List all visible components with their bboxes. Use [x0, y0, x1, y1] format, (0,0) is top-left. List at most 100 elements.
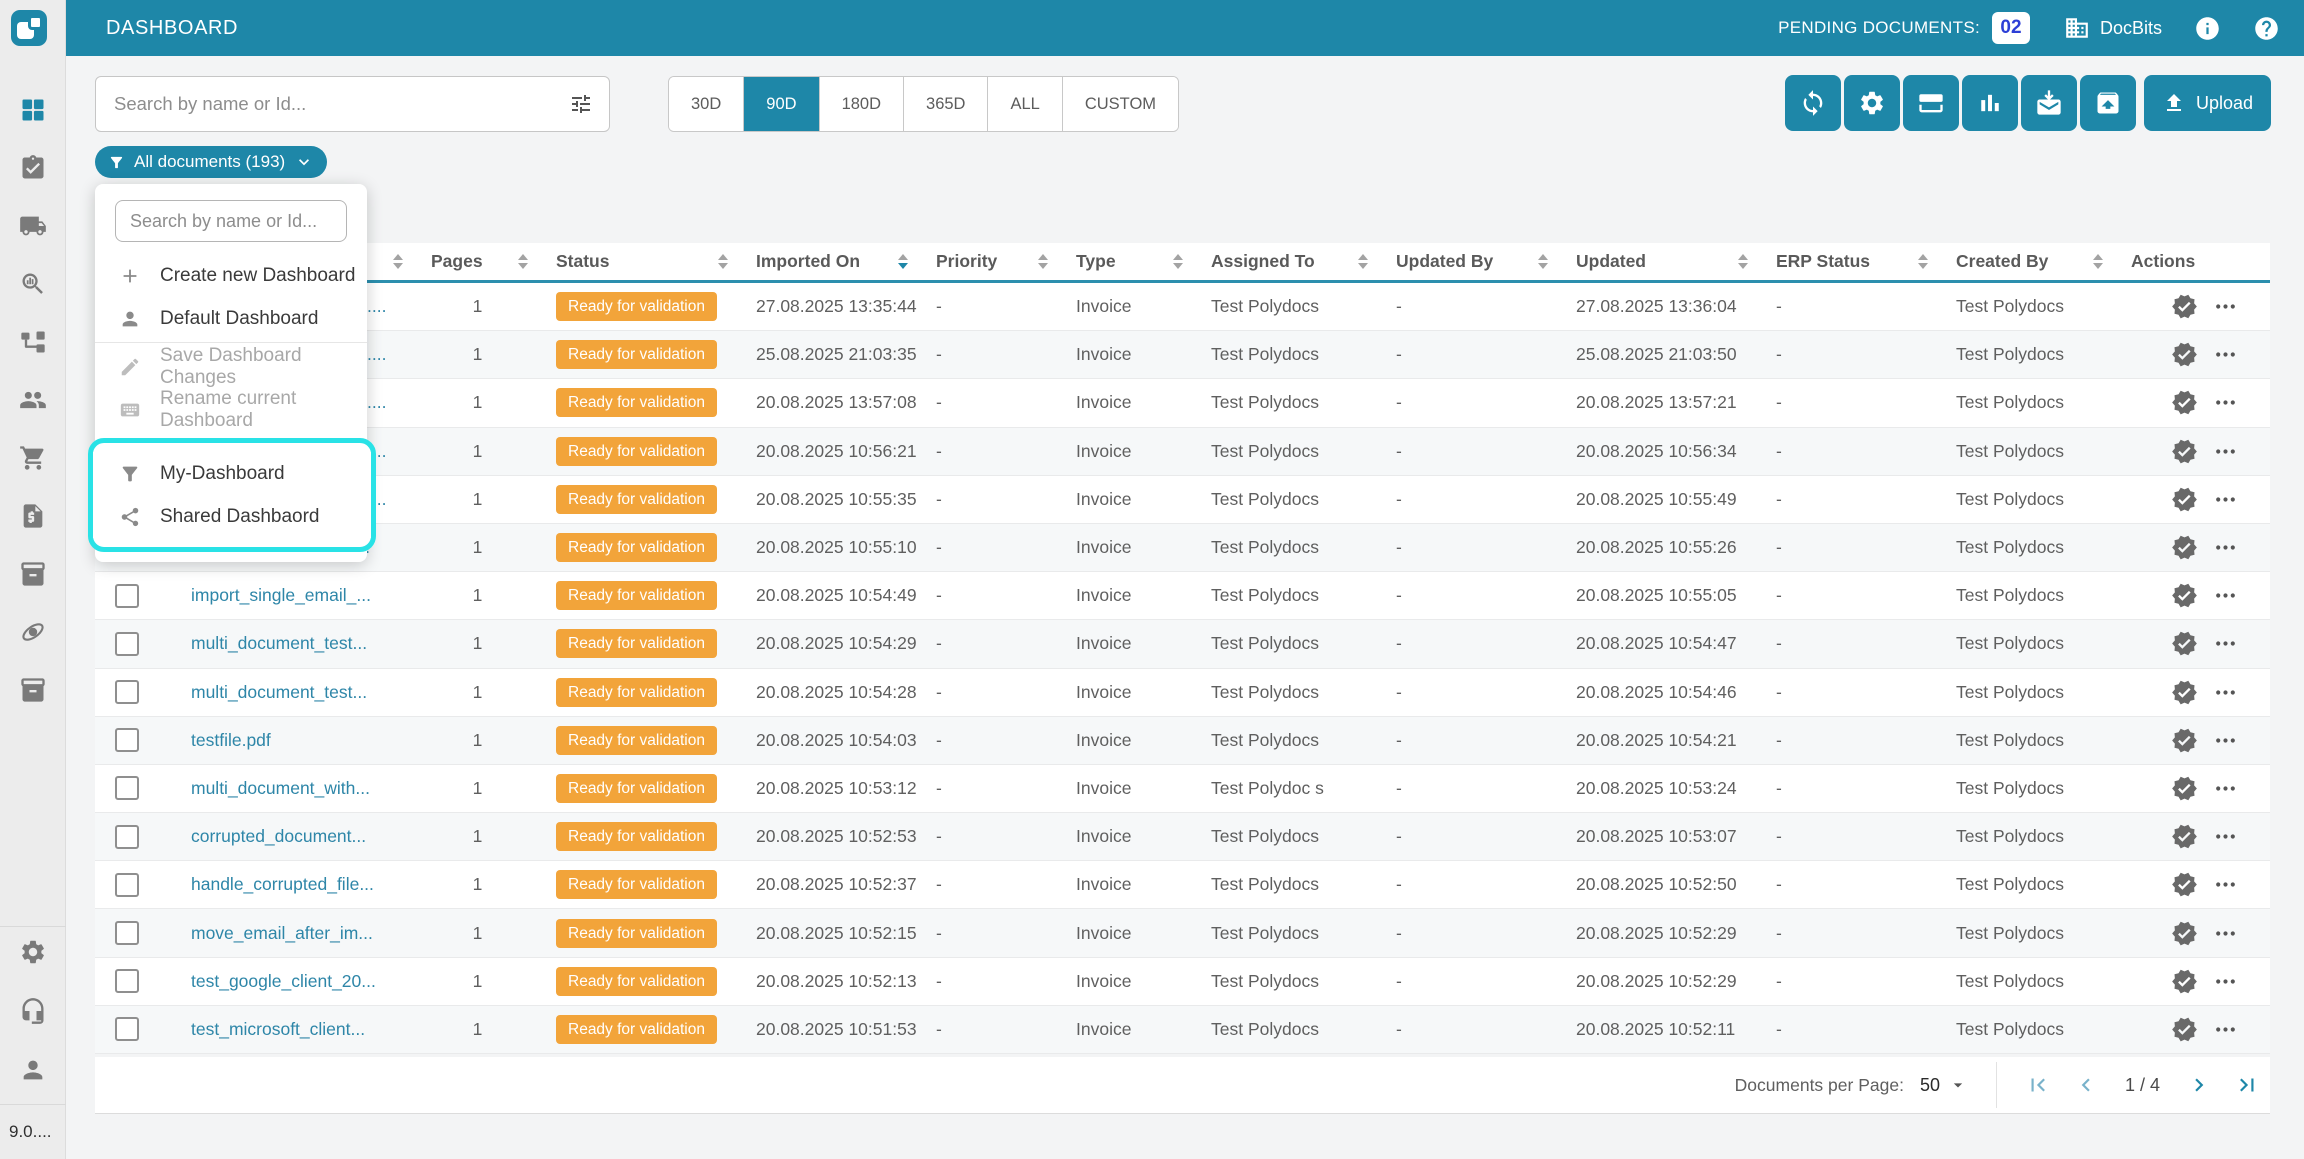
- row-checkbox[interactable]: [115, 873, 139, 897]
- range-365d-button[interactable]: 365D: [903, 77, 987, 131]
- row-checkbox[interactable]: [115, 584, 139, 608]
- row-checkbox[interactable]: [115, 1017, 139, 1041]
- menu-item-shared-dashboard[interactable]: Shared Dashbaord: [93, 495, 371, 538]
- filter-settings-icon[interactable]: [569, 92, 593, 116]
- more-actions-button[interactable]: [2213, 294, 2238, 319]
- column-header-imported[interactable]: Imported On: [740, 251, 920, 272]
- column-header-status[interactable]: Status: [540, 251, 740, 272]
- sidebar-item-analytics[interactable]: [19, 270, 47, 298]
- sidebar-item-inventory[interactable]: [19, 676, 47, 704]
- range-180d-button[interactable]: 180D: [819, 77, 903, 131]
- more-actions-button[interactable]: [2213, 583, 2238, 608]
- next-page-button[interactable]: [2186, 1072, 2212, 1098]
- document-name-link[interactable]: multi_document_test...: [191, 633, 367, 653]
- refresh-button[interactable]: [1785, 75, 1841, 131]
- sidebar-item-settings[interactable]: [19, 938, 47, 966]
- validate-button[interactable]: [2171, 486, 2198, 513]
- validate-button[interactable]: [2171, 438, 2198, 465]
- menu-item-create-new-dashboard[interactable]: Create new Dashboard: [95, 254, 367, 297]
- column-header-erp[interactable]: ERP Status: [1760, 251, 1940, 272]
- document-name-link[interactable]: handle_corrupted_file...: [191, 874, 374, 894]
- import-email-button[interactable]: [2021, 75, 2077, 131]
- column-header-pages[interactable]: Pages: [415, 251, 540, 272]
- sidebar-item-shipments[interactable]: [19, 212, 47, 240]
- more-actions-button[interactable]: [2213, 342, 2238, 367]
- scan-button[interactable]: [1903, 75, 1959, 131]
- more-actions-button[interactable]: [2213, 824, 2238, 849]
- column-header-assigned[interactable]: Assigned To: [1195, 251, 1380, 272]
- last-page-button[interactable]: [2234, 1072, 2260, 1098]
- document-name-link[interactable]: corrupted_document...: [191, 826, 366, 846]
- validate-button[interactable]: [2171, 920, 2198, 947]
- column-header-priority[interactable]: Priority: [920, 251, 1060, 272]
- range-30d-button[interactable]: 30D: [669, 77, 743, 131]
- validate-button[interactable]: [2171, 823, 2198, 850]
- more-actions-button[interactable]: [2213, 487, 2238, 512]
- more-actions-button[interactable]: [2213, 631, 2238, 656]
- document-name-link[interactable]: testfile.pdf: [191, 730, 271, 750]
- export-button[interactable]: [2080, 75, 2136, 131]
- menu-item-save-dashboard-changes[interactable]: Save Dashboard Changes: [95, 345, 367, 388]
- sidebar-item-purchase-orders[interactable]: [19, 444, 47, 472]
- sidebar-item-tasks[interactable]: [19, 154, 47, 182]
- per-page-caret-icon[interactable]: [1948, 1075, 1968, 1095]
- sidebar-item-dashboard[interactable]: [19, 96, 47, 124]
- validate-button[interactable]: [2171, 341, 2198, 368]
- document-name-link[interactable]: test_microsoft_client...: [191, 1019, 365, 1039]
- analytics-button[interactable]: [1962, 75, 2018, 131]
- more-actions-button[interactable]: [2213, 776, 2238, 801]
- menu-item-my-dashboard[interactable]: My-Dashboard: [93, 452, 371, 495]
- sidebar-item-packages[interactable]: [19, 560, 47, 588]
- sidebar-item-integrations[interactable]: [19, 618, 47, 646]
- document-name-link[interactable]: multi_document_test...: [191, 682, 367, 702]
- row-checkbox[interactable]: [115, 825, 139, 849]
- validate-button[interactable]: [2171, 534, 2198, 561]
- sidebar-item-profile[interactable]: [19, 1056, 47, 1084]
- validate-button[interactable]: [2171, 871, 2198, 898]
- more-actions-button[interactable]: [2213, 390, 2238, 415]
- prev-page-button[interactable]: [2073, 1072, 2099, 1098]
- document-name-link[interactable]: multi_document_with...: [191, 778, 370, 798]
- document-name-link[interactable]: import_single_email_...: [191, 585, 371, 605]
- dashboard-search-input[interactable]: [116, 211, 346, 232]
- menu-item-default-dashboard[interactable]: Default Dashboard: [95, 297, 367, 340]
- more-actions-button[interactable]: [2213, 439, 2238, 464]
- range-custom-button[interactable]: CUSTOM: [1062, 77, 1178, 131]
- validate-button[interactable]: [2171, 727, 2198, 754]
- row-checkbox[interactable]: [115, 921, 139, 945]
- app-logo-icon[interactable]: [11, 10, 47, 46]
- sidebar-item-workflows[interactable]: [19, 328, 47, 356]
- more-actions-button[interactable]: [2213, 728, 2238, 753]
- more-actions-button[interactable]: [2213, 921, 2238, 946]
- range-90d-button[interactable]: 90D: [743, 77, 818, 131]
- more-actions-button[interactable]: [2213, 1017, 2238, 1042]
- column-header-created_by[interactable]: Created By: [1940, 251, 2115, 272]
- row-checkbox[interactable]: [115, 776, 139, 800]
- menu-item-rename-current-dashboard[interactable]: Rename current Dashboard: [95, 388, 367, 431]
- main-search-input[interactable]: [96, 93, 569, 115]
- document-name-link[interactable]: test_google_client_20...: [191, 971, 376, 991]
- validate-button[interactable]: [2171, 582, 2198, 609]
- per-page-value[interactable]: 50: [1920, 1075, 1940, 1096]
- validate-button[interactable]: [2171, 1016, 2198, 1043]
- more-actions-button[interactable]: [2213, 680, 2238, 705]
- info-icon[interactable]: [2194, 15, 2221, 42]
- column-header-updated_by[interactable]: Updated By: [1380, 251, 1560, 272]
- settings-button[interactable]: [1844, 75, 1900, 131]
- validate-button[interactable]: [2171, 679, 2198, 706]
- help-icon[interactable]: [2253, 15, 2280, 42]
- sidebar-item-invoices[interactable]: [19, 502, 47, 530]
- validate-button[interactable]: [2171, 968, 2198, 995]
- more-actions-button[interactable]: [2213, 872, 2238, 897]
- sidebar-item-users[interactable]: [19, 386, 47, 414]
- validate-button[interactable]: [2171, 389, 2198, 416]
- sidebar-item-support[interactable]: [19, 997, 47, 1025]
- more-actions-button[interactable]: [2213, 535, 2238, 560]
- first-page-button[interactable]: [2025, 1072, 2051, 1098]
- row-checkbox[interactable]: [115, 632, 139, 656]
- column-header-type[interactable]: Type: [1060, 251, 1195, 272]
- row-checkbox[interactable]: [115, 680, 139, 704]
- documents-filter-chip[interactable]: All documents (193): [95, 146, 327, 178]
- validate-button[interactable]: [2171, 630, 2198, 657]
- validate-button[interactable]: [2171, 775, 2198, 802]
